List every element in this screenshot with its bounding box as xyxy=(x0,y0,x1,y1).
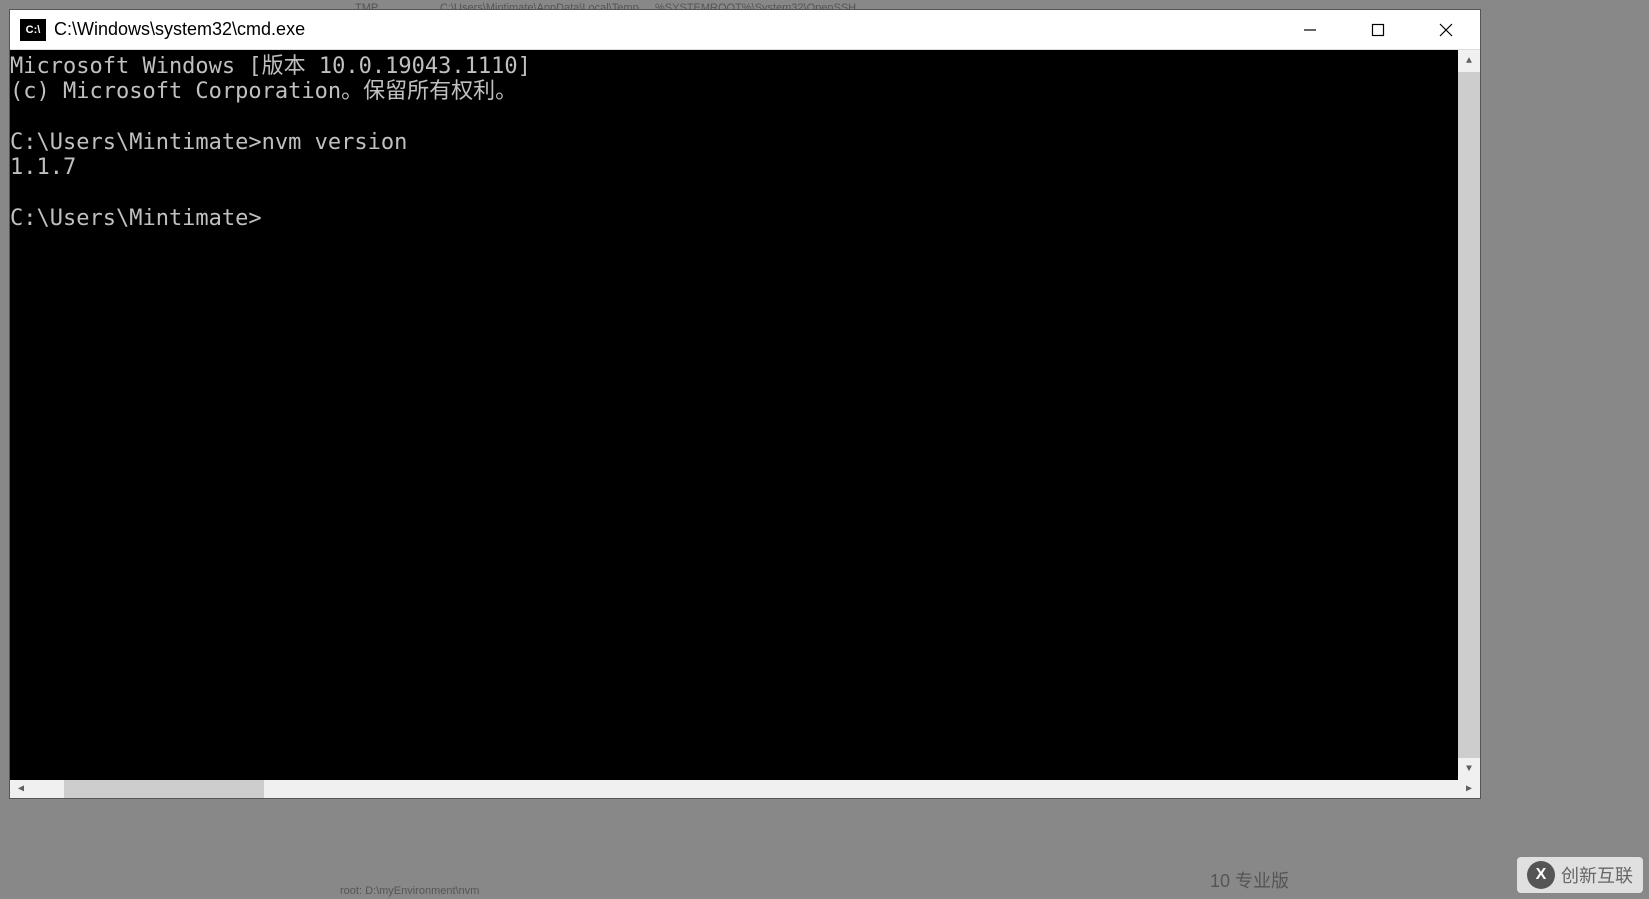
scroll-right-arrow[interactable]: ▶ xyxy=(1458,780,1480,798)
bg-os-text: 10 专业版 xyxy=(1210,867,1289,893)
cmd-window: C:\ C:\Windows\system32\cmd.exe Microsof… xyxy=(9,9,1481,799)
vertical-scrollbar[interactable]: ▲ ▼ xyxy=(1458,50,1480,780)
maximize-icon xyxy=(1371,23,1385,37)
scroll-track[interactable] xyxy=(1458,72,1480,758)
close-button[interactable] xyxy=(1412,10,1480,50)
maximize-button[interactable] xyxy=(1344,10,1412,50)
minimize-icon xyxy=(1303,23,1317,37)
h-scroll-thumb[interactable] xyxy=(64,780,264,798)
horizontal-scrollbar[interactable]: ◀ ▶ xyxy=(10,780,1480,798)
scroll-up-arrow[interactable]: ▲ xyxy=(1458,50,1480,72)
close-icon xyxy=(1439,23,1453,37)
minimize-button[interactable] xyxy=(1276,10,1344,50)
scroll-down-arrow[interactable]: ▼ xyxy=(1458,758,1480,780)
window-title: C:\Windows\system32\cmd.exe xyxy=(54,19,1276,40)
watermark: X 创新互联 xyxy=(1517,857,1643,893)
scroll-left-arrow[interactable]: ◀ xyxy=(10,780,32,798)
bg-bottom-text: root: D:\myEnvironment\nvm xyxy=(340,885,479,897)
window-controls xyxy=(1276,10,1480,49)
terminal-area: Microsoft Windows [版本 10.0.19043.1110] (… xyxy=(10,50,1480,780)
scroll-thumb[interactable] xyxy=(1458,72,1480,758)
watermark-text: 创新互联 xyxy=(1561,862,1633,888)
cmd-icon: C:\ xyxy=(20,19,46,41)
title-bar[interactable]: C:\ C:\Windows\system32\cmd.exe xyxy=(10,10,1480,50)
terminal-output[interactable]: Microsoft Windows [版本 10.0.19043.1110] (… xyxy=(10,50,1458,780)
watermark-icon: X xyxy=(1527,861,1555,889)
h-scroll-track[interactable] xyxy=(32,780,1458,798)
